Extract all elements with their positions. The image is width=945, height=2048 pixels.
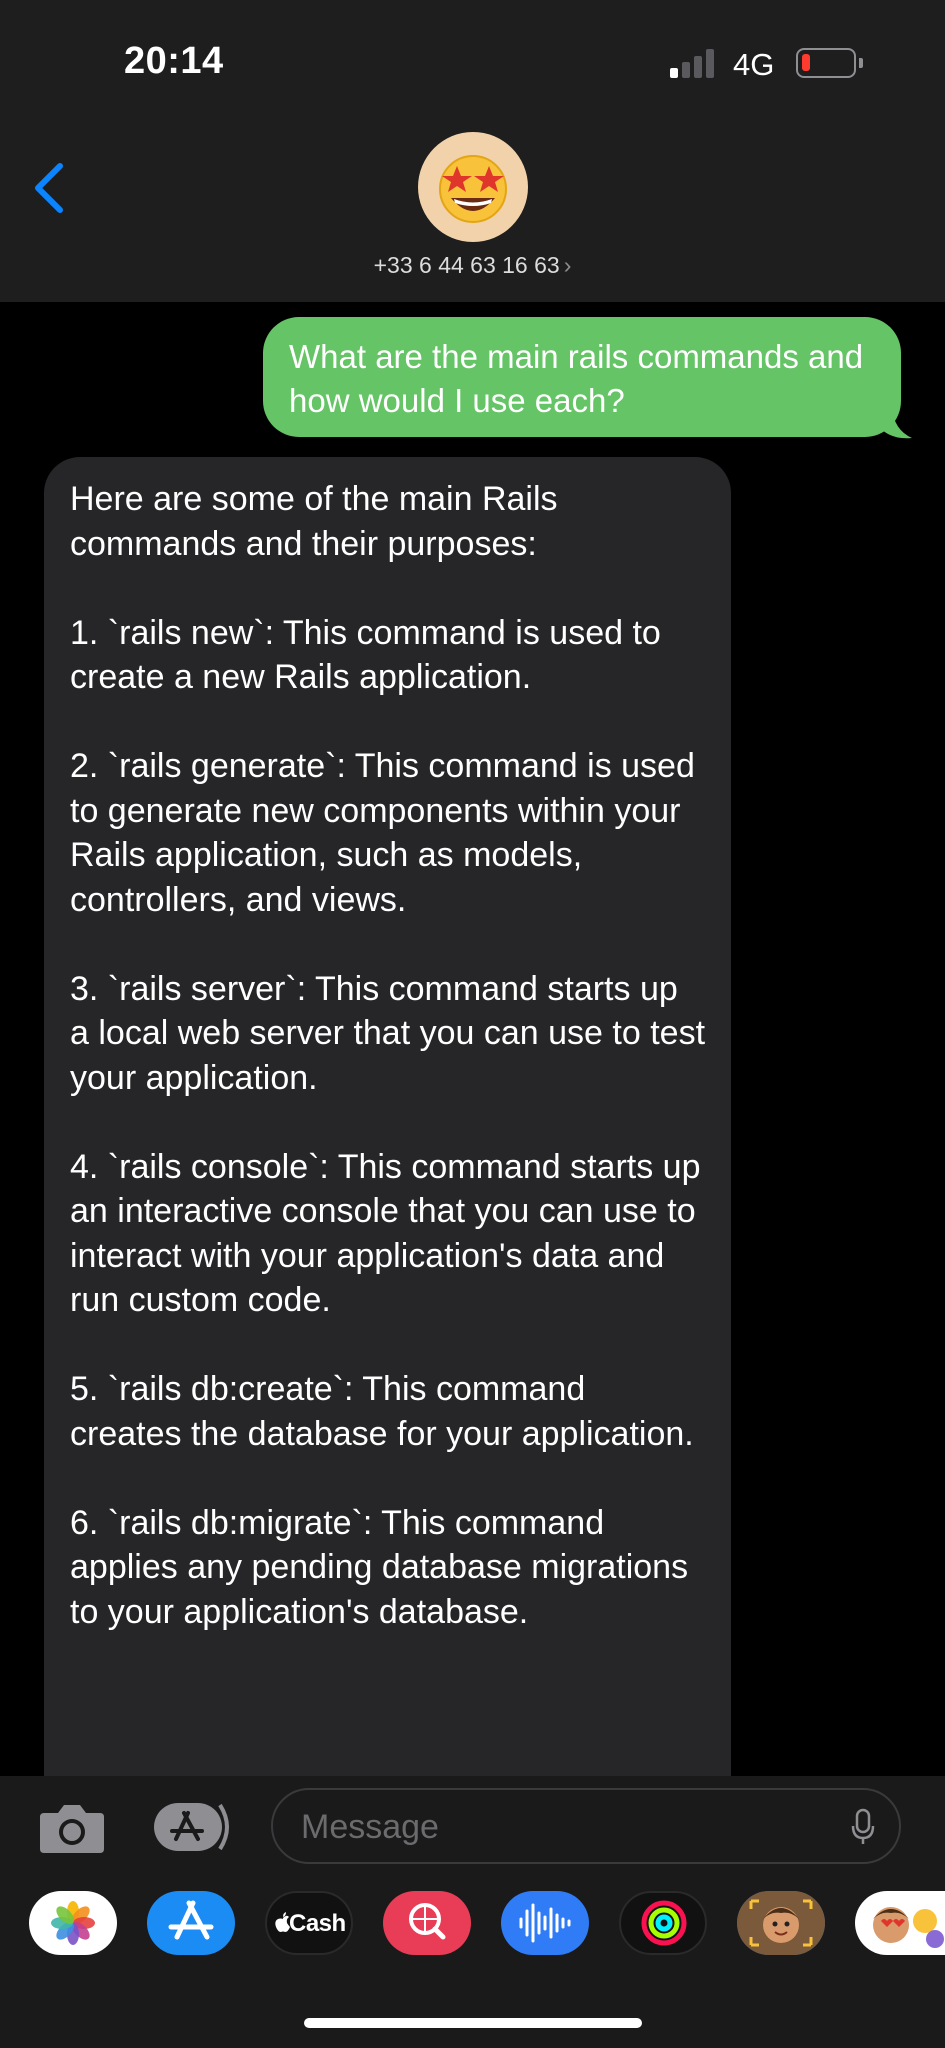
chevron-left-icon [35,163,63,213]
fitness-app[interactable] [619,1891,707,1955]
status-time: 20:14 [124,40,224,82]
contact-number: +33 6 44 63 16 63 [373,252,560,278]
audio-app[interactable] [501,1891,589,1955]
contact-avatar[interactable] [418,132,528,242]
camera-button[interactable] [38,1801,106,1855]
battery-icon [796,48,863,78]
contact-name-row[interactable]: +33 6 44 63 16 63 › [0,252,945,279]
apple-cash-label: Cash [289,1910,346,1937]
activity-rings-icon [641,1900,687,1946]
apple-cash-app[interactable]: Cash [265,1891,353,1955]
image-search-app[interactable] [383,1891,471,1955]
app-store-icon [168,1900,214,1940]
conversation-header: 20:14 4G +33 6 44 63 16 63 › [0,0,945,302]
received-message-bubble[interactable]: Here are some of the main Rails commands… [44,457,731,1776]
chevron-right-icon: › [563,252,572,278]
photos-app[interactable] [29,1891,117,1955]
apps-button[interactable] [152,1801,236,1853]
network-type: 4G [733,47,775,82]
message-thread[interactable]: What are the main rails commands and how… [0,302,945,1776]
home-indicator[interactable] [304,2018,642,2028]
app-store-app[interactable] [147,1891,235,1955]
memoji-stickers-icon [873,1907,944,1948]
memoji-stickers-app[interactable] [855,1891,945,1955]
microphone-icon[interactable] [851,1808,875,1846]
status-bar: 20:14 4G [0,0,945,120]
sent-bubble-tail [880,408,912,439]
sent-message-bubble[interactable]: What are the main rails commands and how… [263,317,901,437]
signal-strength-icon [670,48,720,78]
audio-waveform-icon [519,1903,571,1943]
memoji-icon [737,1891,825,1955]
photos-icon [51,1901,95,1945]
memoji-app[interactable] [737,1891,825,1955]
camera-icon [40,1805,104,1853]
star-struck-emoji-icon [439,155,507,223]
message-input[interactable]: Message [271,1788,901,1864]
image-search-icon [409,1903,446,1940]
message-placeholder: Message [301,1808,439,1846]
app-store-icon [154,1803,229,1851]
back-button[interactable] [30,158,70,218]
